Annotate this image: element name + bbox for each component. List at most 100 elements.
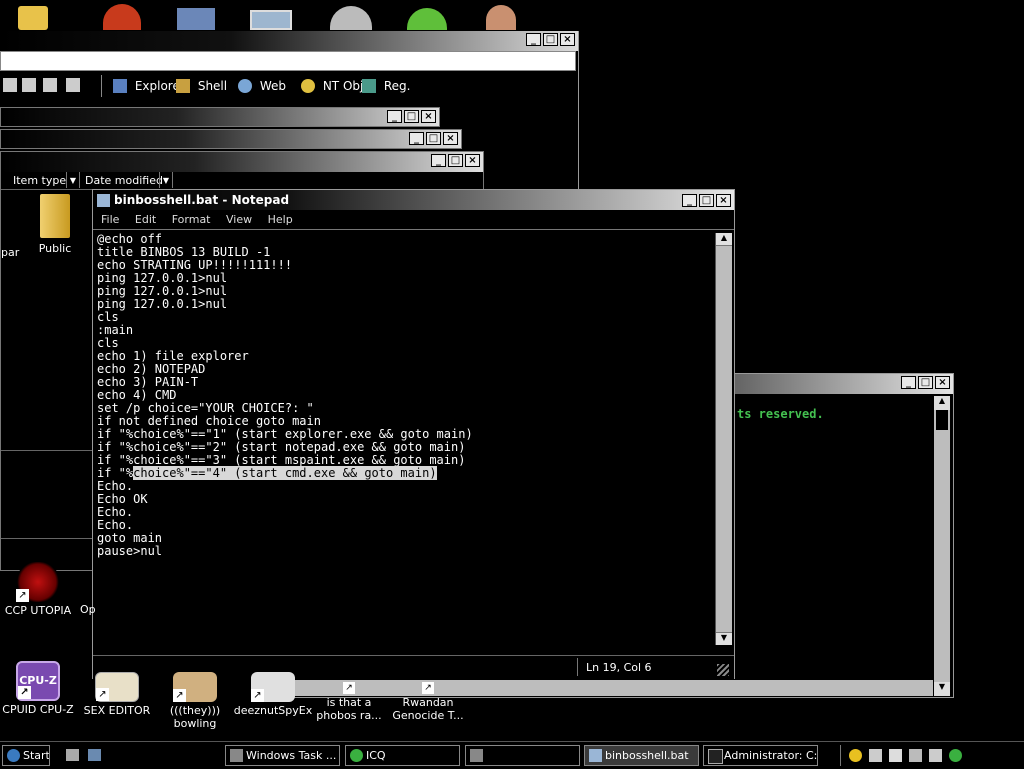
shortcut-arrow-icon: ↗ [343, 682, 355, 694]
scroll-thumb[interactable] [936, 410, 948, 430]
shell-button[interactable]: Shell [176, 78, 227, 93]
maximize-button[interactable]: □ [543, 33, 558, 46]
top-icon-camera[interactable] [177, 8, 215, 30]
minimize-button[interactable]: _ [901, 376, 916, 389]
console-vertical-scrollbar[interactable]: ▲ ▼ [934, 396, 950, 696]
scroll-down-arrow[interactable]: ▼ [934, 682, 950, 696]
tray-computer-icon[interactable] [929, 749, 942, 762]
desktop-icon-phobos[interactable]: ↗ is that a phobos ra... [307, 682, 391, 722]
desktop-icon-partial[interactable]: Op [80, 603, 96, 616]
menu-help[interactable]: Help [268, 213, 293, 226]
column-date-modified[interactable]: Date modified [85, 172, 163, 189]
minimize-button[interactable]: _ [431, 154, 446, 167]
column-item-type-dropdown[interactable]: ▼ [66, 172, 80, 188]
scroll-down-arrow[interactable]: ▼ [716, 632, 732, 645]
ntobj-button[interactable]: NT Obj [301, 78, 363, 93]
tray-monitor-icon[interactable] [909, 749, 922, 762]
toolbar-divider [101, 75, 102, 97]
close-button[interactable]: × [421, 110, 436, 123]
minimize-button[interactable]: _ [387, 110, 402, 123]
close-button[interactable]: × [716, 194, 731, 207]
tray-network-icon[interactable] [889, 749, 902, 762]
reg-button[interactable]: Reg. [362, 78, 410, 93]
menu-view[interactable]: View [226, 213, 252, 226]
column-item-type[interactable]: Item type [13, 172, 66, 189]
maximize-button[interactable]: □ [404, 110, 419, 123]
code-line: goto main [97, 531, 163, 545]
column-date-dropdown[interactable]: ▼ [159, 172, 173, 188]
view-tiles-icon[interactable] [66, 78, 80, 92]
close-button[interactable]: × [935, 376, 950, 389]
desktop-icon-deeznutspyex[interactable]: ↗ deeznutSpyEx [231, 672, 315, 717]
task-icq[interactable]: ICQ [345, 745, 460, 766]
tray-smiley-icon[interactable] [849, 749, 862, 762]
desktop-icon-ccp-utopia[interactable]: ↗ CCP UTOPIA [0, 562, 80, 617]
task-command-prompt[interactable]: Administrator: C:... [703, 745, 818, 766]
maximize-button[interactable]: □ [699, 194, 714, 207]
console-window-controls: _ □ × [901, 376, 950, 389]
maximize-button[interactable]: □ [918, 376, 933, 389]
code-line: Echo. [97, 479, 134, 493]
maximize-button[interactable]: □ [426, 132, 441, 145]
close-button[interactable]: × [443, 132, 458, 145]
minimize-button[interactable]: _ [526, 33, 541, 46]
quicklaunch-desktop-icon[interactable] [66, 749, 79, 761]
folder-window-title-bar [1, 152, 483, 172]
desktop-icon-label: deeznutSpyEx [233, 704, 313, 717]
desktop-icon-bowling[interactable]: ↗ (((they))) bowling [153, 672, 237, 730]
view-list-icon[interactable] [43, 78, 57, 92]
explore-button[interactable]: Explore [113, 78, 180, 93]
folder-item-partial[interactable]: par [1, 246, 19, 259]
view-details-icon[interactable] [22, 78, 36, 92]
code-line: Echo. [97, 518, 134, 532]
shortcut-arrow-icon: ↗ [18, 686, 31, 699]
close-button[interactable]: × [465, 154, 480, 167]
tray-volume-icon[interactable] [869, 749, 882, 762]
task-label: ICQ [366, 749, 386, 762]
address-bar[interactable] [0, 51, 576, 71]
top-icon-monitor[interactable] [250, 10, 292, 30]
top-icon-folder[interactable] [18, 6, 48, 30]
menu-format[interactable]: Format [172, 213, 211, 226]
desktop-icon-rwandan[interactable]: ↗ Rwandan Genocide T... [386, 682, 470, 722]
close-button[interactable]: × [560, 33, 575, 46]
desktop-icon-cpuz[interactable]: CPU-Z ↗ CPUID CPU-Z [0, 661, 80, 716]
web-button[interactable]: Web [238, 78, 286, 93]
code-lines-after: Echo. Echo OK Echo. Echo. goto main pause>nul [97, 480, 709, 558]
notepad-text-area[interactable]: @echo off title BINBOS 13 BUILD -1 echo ST… [97, 233, 709, 643]
notepad-menu-bar: File Edit Format View Help [93, 210, 734, 230]
top-icon-portrait[interactable] [486, 5, 516, 30]
notepad-vertical-scrollbar[interactable]: ▲ ▼ [715, 233, 732, 645]
start-button[interactable]: Start [2, 745, 50, 766]
shortcut-arrow-icon: ↗ [251, 689, 264, 702]
tray-icq-icon[interactable] [949, 749, 962, 762]
minimize-button[interactable]: _ [409, 132, 424, 145]
view-icon[interactable] [3, 78, 17, 92]
notepad-icon [589, 749, 602, 762]
maximize-button[interactable]: □ [448, 154, 463, 167]
start-label: Start [23, 749, 50, 762]
scroll-up-arrow[interactable]: ▲ [934, 396, 950, 410]
menu-file[interactable]: File [101, 213, 119, 226]
menu-edit[interactable]: Edit [135, 213, 156, 226]
task-explorer[interactable] [465, 745, 580, 766]
top-icon-lime[interactable] [407, 8, 447, 30]
code-line: echo 3) PAIN-T [97, 375, 199, 389]
stacked-window-1: _ □ × [0, 107, 440, 127]
folder-item-public[interactable]: Public [25, 194, 85, 255]
explorer-icon [470, 749, 483, 762]
task-windows-task-manager[interactable]: Windows Task ... [225, 745, 340, 766]
code-line: Echo OK [97, 492, 148, 506]
shortcut-arrow-icon: ↗ [173, 689, 186, 702]
scroll-up-arrow[interactable]: ▲ [716, 233, 732, 246]
taskbar: Start Windows Task ... ICQ binbosshell.b… [0, 741, 1024, 769]
explorer-title-bar [0, 31, 578, 51]
task-notepad-active[interactable]: binbosshell.bat [584, 745, 699, 766]
quicklaunch-explorer-icon[interactable] [88, 749, 101, 761]
top-icon-globe[interactable] [330, 6, 372, 30]
desktop-icon-label: CCP UTOPIA [4, 604, 72, 617]
desktop-icon-sex-editor[interactable]: ↗ SEX EDITOR [75, 672, 159, 717]
resize-grip-icon[interactable] [717, 664, 729, 676]
minimize-button[interactable]: _ [682, 194, 697, 207]
top-icon-browser[interactable] [103, 4, 141, 30]
